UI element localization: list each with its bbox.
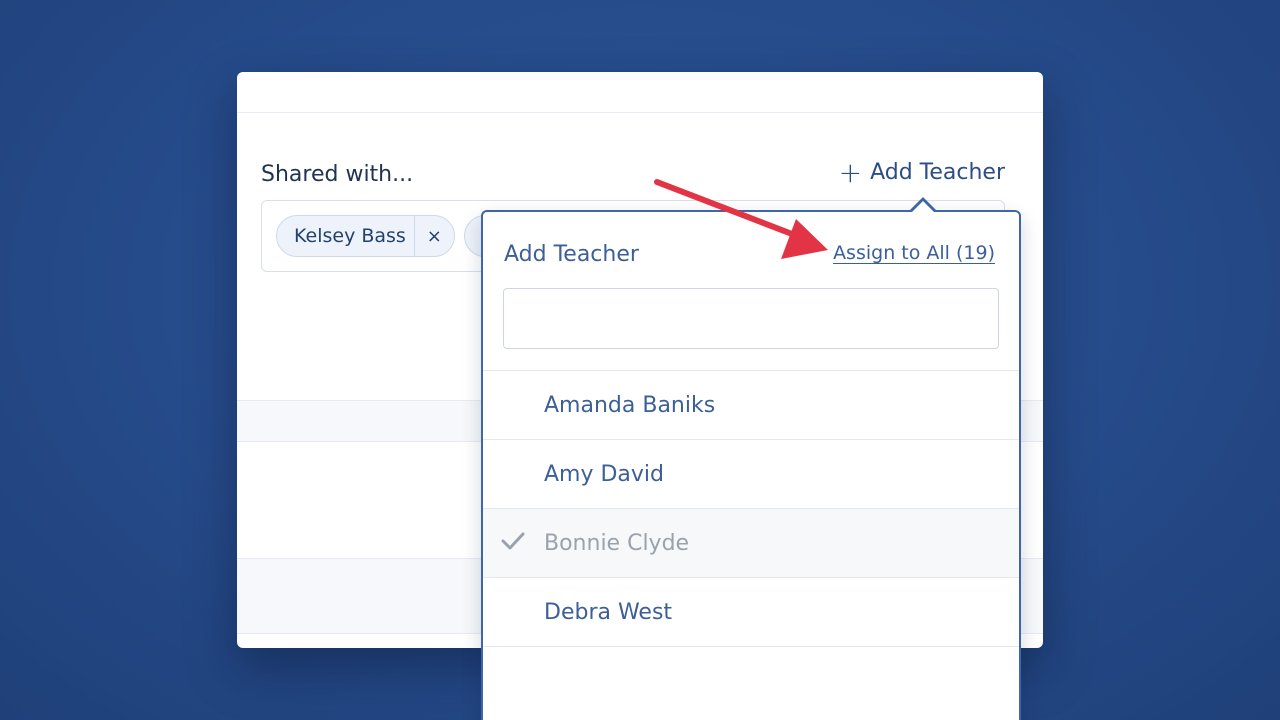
add-teacher-dropdown: Add Teacher Assign to All (19) Amanda Ba… <box>481 210 1021 720</box>
teacher-option-selected[interactable]: Bonnie Clyde <box>483 509 1019 578</box>
teacher-option[interactable]: Debra West <box>483 578 1019 647</box>
add-teacher-label: Add Teacher <box>870 160 1005 185</box>
teacher-name: Debra West <box>544 599 673 625</box>
teacher-search-input[interactable] <box>503 288 999 349</box>
teacher-option[interactable]: Amy David <box>483 440 1019 509</box>
teacher-name: Bonnie Clyde <box>544 530 690 556</box>
shared-with-label: Shared with... <box>261 162 414 187</box>
header-divider <box>237 112 1043 113</box>
assign-to-all-link[interactable]: Assign to All (19) <box>833 242 995 264</box>
dropdown-caret-fill <box>912 201 934 212</box>
teacher-list: Amanda Baniks Amy David Bonnie Clyde Deb… <box>483 370 1019 647</box>
plus-icon: + <box>838 155 863 189</box>
add-teacher-button[interactable]: + Add Teacher <box>838 155 1005 189</box>
teacher-name: Amy David <box>544 461 665 487</box>
teacher-name: Amanda Baniks <box>544 392 716 418</box>
teacher-option[interactable]: Amanda Baniks <box>483 371 1019 440</box>
dropdown-title: Add Teacher <box>504 242 639 267</box>
teacher-chip-label: Kelsey Bass <box>294 225 406 247</box>
checkmark-icon <box>501 532 525 550</box>
close-icon[interactable]: × <box>413 216 454 256</box>
teacher-chip: Kelsey Bass × <box>276 215 455 257</box>
